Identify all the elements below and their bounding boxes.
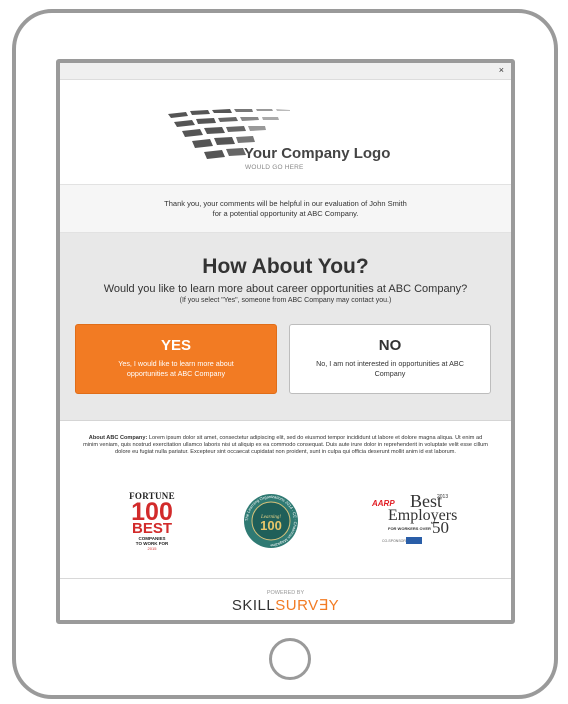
no-button[interactable]: NO No, I am not interested in opportunit… bbox=[289, 324, 491, 394]
thank-you-line-1: Thank you, your comments will be helpful… bbox=[164, 199, 407, 208]
fortune-number: 100 bbox=[131, 498, 173, 526]
aarp-age: 50 bbox=[432, 518, 449, 537]
thank-you-message: Thank you, your comments will be helpful… bbox=[60, 185, 511, 233]
yes-button[interactable]: YES Yes, I would like to learn more abou… bbox=[75, 324, 277, 394]
question-heading: How About You? bbox=[202, 255, 369, 278]
about-company-section: About ABC Company: Lorem ipsum dolor sit… bbox=[60, 421, 511, 579]
about-company-label: About ABC Company: bbox=[88, 435, 148, 441]
about-company-text: About ABC Company: Lorem ipsum dolor sit… bbox=[82, 435, 489, 457]
modal-topbar: × bbox=[60, 63, 511, 80]
survey-modal: × Your Company Logo WOULD GO HERE Thank … bbox=[56, 59, 515, 624]
aarp-best-employers-award: AARP 2013 Best Employers FOR WORKERS OVE… bbox=[372, 492, 457, 544]
question-text: Would you like to learn more about caree… bbox=[103, 283, 468, 295]
skillsurvey-logo: SKILLSURV∃Y bbox=[60, 596, 511, 614]
no-button-description: No, I am not interested in opportunities… bbox=[316, 359, 464, 378]
tablet-home-button[interactable] bbox=[269, 638, 311, 680]
aarp-for-workers: FOR WORKERS OVER bbox=[388, 526, 431, 531]
company-logo-subtitle: WOULD GO HERE bbox=[245, 164, 304, 171]
thank-you-line-2: for a potential opportunity at ABC Compa… bbox=[212, 209, 359, 218]
powered-by-footer: POWERED BY SKILLSURV∃Y bbox=[60, 579, 511, 620]
career-question-section: How About You? Would you like to learn m… bbox=[60, 233, 511, 421]
no-button-title: NO bbox=[378, 337, 402, 354]
aarp-sponsor-logo bbox=[406, 537, 422, 544]
question-note: (If you select "Yes", someone from ABC C… bbox=[179, 297, 392, 304]
yes-button-description: Yes, I would like to learn more about op… bbox=[118, 359, 234, 378]
learning-award-number: 100 bbox=[260, 518, 282, 533]
company-logo-area: Your Company Logo WOULD GO HERE bbox=[60, 80, 511, 185]
fortune-100-best-award: FORTUNE 100 BEST COMPANIES TO WORK FOR 2… bbox=[122, 491, 182, 551]
skillsurvey-logo-part-2: SURV∃Y bbox=[275, 597, 340, 614]
learning-100-award-badge: The Learning Organizations 2014 · CE · C… bbox=[244, 494, 298, 548]
fortune-year: 2015 bbox=[147, 546, 157, 551]
yes-button-title: YES bbox=[160, 337, 191, 354]
company-logo-title: Your Company Logo bbox=[244, 145, 391, 162]
skillsurvey-logo-part-1: SKILL bbox=[231, 597, 276, 614]
close-icon[interactable]: × bbox=[499, 65, 504, 75]
fortune-best: BEST bbox=[131, 520, 172, 537]
